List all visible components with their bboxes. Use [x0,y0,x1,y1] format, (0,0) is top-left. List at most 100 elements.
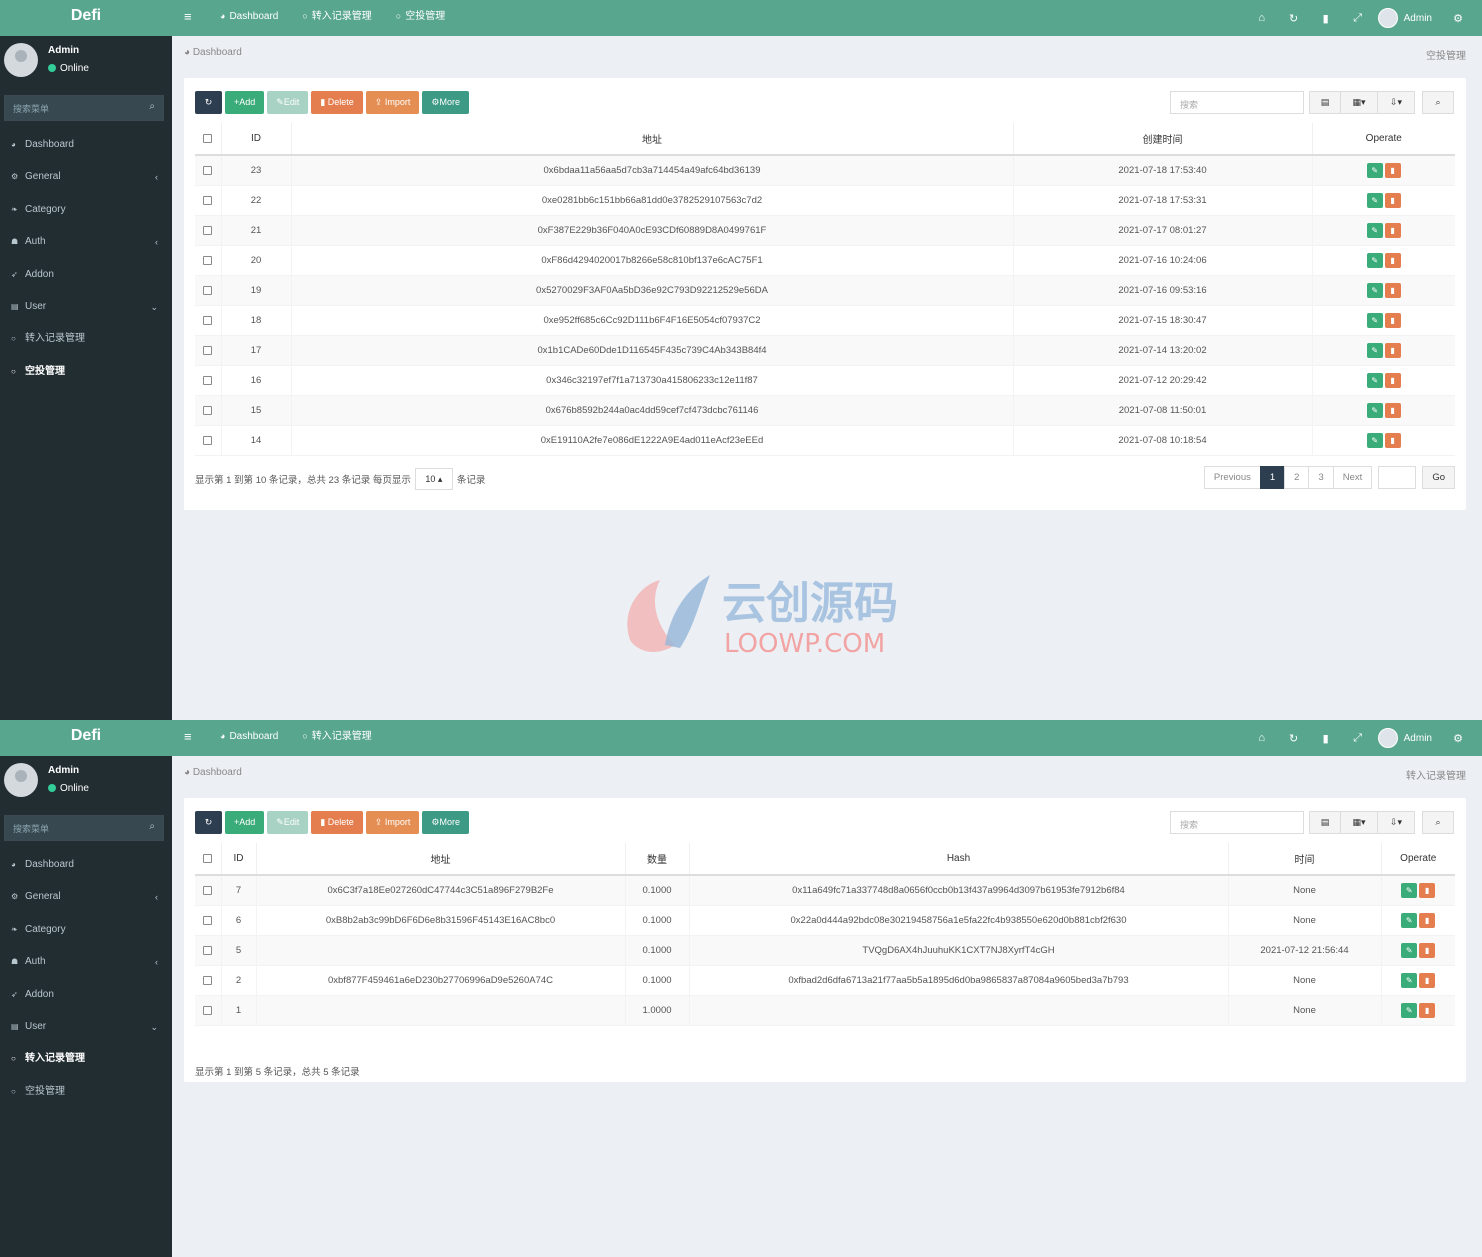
sidebar-item-addon[interactable]: ➶ Addon [0,979,172,1011]
search-input[interactable]: 搜索 [1170,811,1304,834]
row-checkbox[interactable] [203,915,213,925]
select-all-header[interactable] [195,843,221,876]
row-delete-button[interactable]: ▮ [1384,192,1401,208]
row-delete-button[interactable]: ▮ [1419,882,1436,898]
tab-transfer-records[interactable]: ○ 转入记录管理 [290,720,383,756]
export-button[interactable]: ⇩▾ [1377,811,1415,834]
column-header-address[interactable]: 地址 [290,123,1013,156]
sidebar-item-user[interactable]: ▤ User ⌄ [0,1011,172,1043]
toggle-view-button[interactable]: ▤ [1309,91,1341,114]
row-edit-button[interactable]: ✎ [1366,373,1383,389]
row-delete-button[interactable]: ▮ [1384,343,1401,359]
row-select-cell[interactable] [195,335,221,367]
row-edit-button[interactable]: ✎ [1366,162,1383,178]
sidebar-item-auth[interactable]: ☗ Auth ‹ [0,226,172,258]
sidebar-item-category[interactable]: ❧ Category [0,194,172,226]
settings-icon[interactable]: ⚙ [1442,12,1474,25]
trash-icon[interactable]: ▮ [1310,732,1342,745]
fullscreen-icon[interactable]: ⤢ [1342,12,1374,25]
breadcrumb[interactable]: ◕ Dashboard [184,47,242,58]
columns-button[interactable]: ▦▾ [1340,811,1378,834]
row-delete-button[interactable]: ▮ [1419,972,1436,988]
row-select-cell[interactable] [195,875,221,906]
tab-airdrop[interactable]: ○ 空投管理 [384,0,457,36]
column-header-time[interactable]: 时间 [1227,843,1381,876]
search-input[interactable]: 搜索 [1170,91,1304,114]
refresh-icon[interactable]: ↻ [1278,732,1310,745]
more-button[interactable]: ⚙More [422,91,469,114]
tab-dashboard[interactable]: ◕ Dashboard [208,0,290,36]
row-select-cell[interactable] [195,935,221,966]
sidebar-item-transfer-records[interactable]: ○ 转入记录管理 [0,1043,172,1075]
row-edit-button[interactable]: ✎ [1401,1002,1418,1018]
more-button[interactable]: ⚙More [422,811,469,834]
user-menu[interactable]: Admin [1377,728,1432,748]
row-delete-button[interactable]: ▮ [1419,912,1436,928]
row-select-cell[interactable] [195,395,221,427]
row-edit-button[interactable]: ✎ [1366,282,1383,298]
row-checkbox[interactable] [203,376,213,386]
brand-logo[interactable]: Defi [0,720,172,756]
row-delete-button[interactable]: ▮ [1384,222,1401,238]
refresh-button[interactable]: ↻ [195,811,222,834]
home-icon[interactable]: ⌂ [1246,732,1278,744]
row-edit-button[interactable]: ✎ [1366,433,1383,449]
row-checkbox[interactable] [203,975,213,985]
row-delete-button[interactable]: ▮ [1384,373,1401,389]
advanced-search-button[interactable]: ⌕ [1422,91,1454,114]
add-button[interactable]: +Add [225,811,265,834]
row-checkbox[interactable] [203,346,213,356]
goto-page-button[interactable]: Go [1422,466,1455,489]
sidebar-toggle-icon[interactable]: ≡ [184,9,192,24]
row-delete-button[interactable]: ▮ [1419,942,1436,958]
row-edit-button[interactable]: ✎ [1401,912,1418,928]
row-checkbox[interactable] [203,406,213,416]
row-checkbox[interactable] [203,1005,213,1015]
edit-button[interactable]: ✎Edit [267,91,309,114]
home-icon[interactable]: ⌂ [1246,12,1278,24]
row-select-cell[interactable] [195,215,221,246]
row-select-cell[interactable] [195,185,221,216]
row-edit-button[interactable]: ✎ [1366,252,1383,268]
row-edit-button[interactable]: ✎ [1366,222,1383,238]
row-select-cell[interactable] [195,365,221,397]
column-header-hash[interactable]: Hash [688,843,1228,876]
row-edit-button[interactable]: ✎ [1366,343,1383,359]
search-icon[interactable]: ⌕ [149,101,155,112]
tab-transfer-records[interactable]: ○ 转入记录管理 [290,0,383,36]
add-button[interactable]: +Add [225,91,265,114]
column-header-created[interactable]: 创建时间 [1012,123,1312,156]
row-select-cell[interactable] [195,275,221,306]
row-delete-button[interactable]: ▮ [1384,433,1401,449]
select-all-checkbox[interactable] [203,133,213,143]
page-1[interactable]: 1 [1259,466,1286,489]
delete-button[interactable]: ▮ Delete [311,811,363,834]
sidebar-item-general[interactable]: ⚙ General ‹ [0,161,172,193]
column-header-id[interactable]: ID [220,843,256,876]
page-previous[interactable]: Previous [1203,466,1261,489]
refresh-button[interactable]: ↻ [195,91,222,114]
breadcrumb[interactable]: ◕ Dashboard [184,767,242,778]
row-checkbox[interactable] [203,316,213,325]
row-checkbox[interactable] [203,195,213,205]
sidebar-search-input[interactable]: 搜索菜单 ⌕ [4,95,164,121]
page-next[interactable]: Next [1332,466,1373,489]
row-checkbox[interactable] [203,885,213,895]
select-all-checkbox[interactable] [203,853,213,863]
sidebar-item-transfer-records[interactable]: ○ 转入记录管理 [0,323,172,355]
row-edit-button[interactable]: ✎ [1401,942,1418,958]
page-size-select[interactable]: 10 ▴ [414,468,453,490]
export-button[interactable]: ⇩▾ [1377,91,1415,114]
sidebar-toggle-icon[interactable]: ≡ [184,729,192,744]
settings-icon[interactable]: ⚙ [1442,732,1474,745]
fullscreen-icon[interactable]: ⤢ [1342,732,1374,745]
row-checkbox[interactable] [203,255,213,265]
sidebar-item-user[interactable]: ▤ User ⌄ [0,291,172,323]
delete-button[interactable]: ▮ Delete [311,91,363,114]
row-select-cell[interactable] [195,245,221,276]
row-select-cell[interactable] [195,425,221,457]
row-edit-button[interactable]: ✎ [1366,313,1383,329]
advanced-search-button[interactable]: ⌕ [1422,811,1454,834]
row-select-cell[interactable] [195,155,221,186]
columns-button[interactable]: ▦▾ [1340,91,1378,114]
